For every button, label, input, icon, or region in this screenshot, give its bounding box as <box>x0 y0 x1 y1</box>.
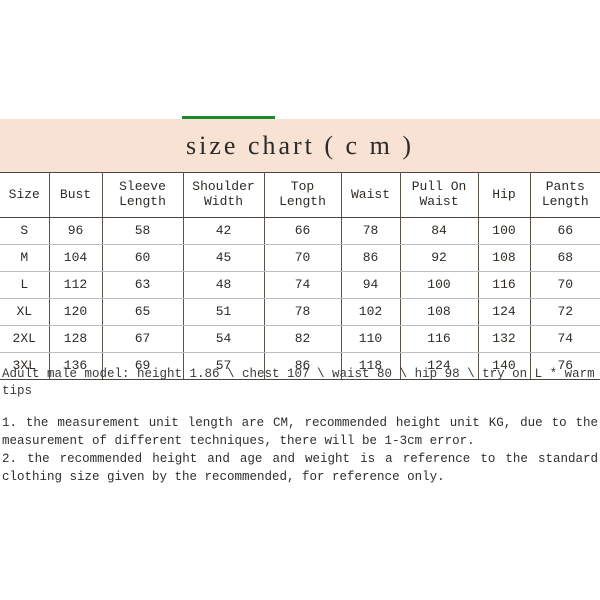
size-chart-table: Size Bust Sleeve Length Shoulder Width T… <box>0 172 600 380</box>
cell-hip: 108 <box>477 244 531 272</box>
cell-shoulder-width: 54 <box>182 325 265 353</box>
cell-waist: 86 <box>340 244 401 272</box>
cell-hip: 100 <box>477 217 531 245</box>
cell-top-length: 78 <box>263 298 342 326</box>
cell-size: M <box>0 244 50 272</box>
cell-top-length: 70 <box>263 244 342 272</box>
header-line-1: Pull On <box>411 179 467 195</box>
header-line-1: Pants <box>545 179 585 195</box>
cell-sleeve-length: 60 <box>101 244 184 272</box>
cell-top-length: 66 <box>263 217 342 245</box>
cell-size: S <box>0 217 50 245</box>
cell-pull-on-waist: 116 <box>399 325 479 353</box>
cell-pull-on-waist: 108 <box>399 298 479 326</box>
cell-top-length: 82 <box>263 325 342 353</box>
header-line-2: Width <box>203 194 243 209</box>
header-line-1: Bust <box>59 186 92 202</box>
table-header: Size Bust Sleeve Length Shoulder Width T… <box>0 172 600 218</box>
page-title: size chart ( c m ) <box>186 130 414 160</box>
table-row: L 112 63 48 74 94 100 116 70 <box>0 271 600 299</box>
column-header-bust: Bust <box>48 172 103 218</box>
table-row: XL 120 65 51 78 102 108 124 72 <box>0 298 600 326</box>
table-body: S 96 58 42 66 78 84 100 66 M 104 60 45 7… <box>0 217 600 380</box>
cell-hip: 116 <box>477 271 531 299</box>
title-band: size chart ( c m ) <box>0 119 600 172</box>
table-row: S 96 58 42 66 78 84 100 66 <box>0 217 600 245</box>
notes-spacer <box>0 400 600 414</box>
header-line-1: Sleeve <box>119 179 166 195</box>
cell-hip: 132 <box>477 325 531 353</box>
column-header-top-length: Top Length <box>263 172 342 218</box>
cell-shoulder-width: 42 <box>182 217 265 245</box>
header-line-1: Top <box>290 179 315 195</box>
header-line-2: Length <box>119 194 166 209</box>
cell-waist: 78 <box>340 217 401 245</box>
cell-bust: 120 <box>48 298 103 326</box>
header-row: Size Bust Sleeve Length Shoulder Width T… <box>0 172 600 218</box>
header-line-1: Size <box>8 186 40 202</box>
cell-size: L <box>0 271 50 299</box>
header-line-1: Shoulder <box>192 179 255 195</box>
note-item-2: 2. the recommended height and age and we… <box>2 452 598 485</box>
note-item-1: 1. the measurement unit length are CM, r… <box>2 415 598 448</box>
cell-waist: 102 <box>340 298 401 326</box>
cell-bust: 128 <box>48 325 103 353</box>
cell-size: XL <box>0 298 50 326</box>
header-line-2: Length <box>279 194 326 209</box>
column-header-shoulder-width: Shoulder Width <box>182 172 265 218</box>
cell-bust: 112 <box>48 271 103 299</box>
cell-pants-length: 70 <box>529 271 600 299</box>
header-line-2: Waist <box>419 194 459 209</box>
cell-bust: 96 <box>48 217 103 245</box>
cell-pull-on-waist: 84 <box>399 217 479 245</box>
cell-pants-length: 68 <box>529 244 600 272</box>
cell-pants-length: 74 <box>529 325 600 353</box>
header-line-1: Waist <box>350 186 390 202</box>
column-header-pants-length: Pants Length <box>529 172 600 218</box>
cell-bust: 104 <box>48 244 103 272</box>
cell-shoulder-width: 45 <box>182 244 265 272</box>
cell-sleeve-length: 58 <box>101 217 184 245</box>
cell-waist: 110 <box>340 325 401 353</box>
cell-size: 2XL <box>0 325 50 353</box>
cell-pants-length: 72 <box>529 298 600 326</box>
notes-section: Adult male model: height 1.86 \ chest 10… <box>0 366 600 486</box>
header-line-1: Hip <box>492 186 516 202</box>
column-header-hip: Hip <box>477 172 531 218</box>
cell-shoulder-width: 51 <box>182 298 265 326</box>
column-header-sleeve-length: Sleeve Length <box>101 172 184 218</box>
cell-sleeve-length: 67 <box>101 325 184 353</box>
cell-hip: 124 <box>477 298 531 326</box>
size-chart-page: size chart ( c m ) Size Bust Sleeve Leng… <box>0 0 600 600</box>
table-row: 2XL 128 67 54 82 110 116 132 74 <box>0 325 600 353</box>
column-header-size: Size <box>0 172 50 218</box>
cell-waist: 94 <box>340 271 401 299</box>
model-info-note: Adult male model: height 1.86 \ chest 10… <box>2 367 595 398</box>
cell-top-length: 74 <box>263 271 342 299</box>
cell-shoulder-width: 48 <box>182 271 265 299</box>
column-header-waist: Waist <box>340 172 401 218</box>
header-line-2: Length <box>541 194 589 209</box>
column-header-pull-on-waist: Pull On Waist <box>399 172 479 218</box>
cell-sleeve-length: 65 <box>101 298 184 326</box>
cell-sleeve-length: 63 <box>101 271 184 299</box>
table-row: M 104 60 45 70 86 92 108 68 <box>0 244 600 272</box>
cell-pull-on-waist: 92 <box>399 244 479 272</box>
cell-pants-length: 66 <box>529 217 600 245</box>
cell-pull-on-waist: 100 <box>399 271 479 299</box>
